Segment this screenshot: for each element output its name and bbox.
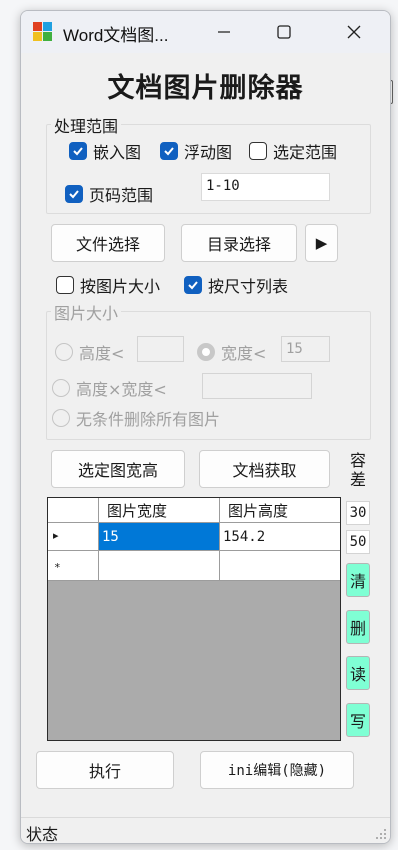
radio-checked-icon	[197, 343, 215, 361]
page-range-label: 页码范围	[89, 186, 154, 205]
by-size-checkbox[interactable]: 按图片大小	[56, 273, 160, 297]
width-tolerance-input[interactable]: 30	[346, 501, 370, 525]
write-button[interactable]: 写	[346, 703, 370, 737]
checkbox-checked-icon	[69, 142, 87, 160]
title-bar: Word文档图...	[21, 11, 390, 53]
minimize-button[interactable]	[201, 17, 247, 47]
read-button[interactable]: 读	[346, 656, 370, 690]
grid-column-header[interactable]: 图片宽度	[99, 498, 220, 523]
area-input[interactable]	[202, 373, 312, 399]
grid-cell-height[interactable]	[220, 551, 340, 581]
tolerance-label: 容 差	[349, 451, 366, 489]
grid-cell-width[interactable]: 15	[99, 523, 220, 551]
grid-cell-height[interactable]: 154.2	[220, 523, 340, 551]
radio-unchecked-icon	[55, 343, 73, 361]
grid-column-header[interactable]: 图片高度	[220, 498, 340, 523]
ini-edit-button[interactable]: ini编辑(隐藏)	[200, 751, 354, 789]
checkbox-unchecked-icon	[56, 276, 74, 294]
checkbox-checked-icon	[65, 185, 83, 203]
clear-button[interactable]: 清	[346, 563, 370, 597]
by-size-label: 按图片大小	[80, 277, 161, 296]
main-title: 文档图片删除器	[107, 73, 304, 104]
word-app-icon	[33, 22, 53, 42]
grid-header-row: 图片宽度 图片高度	[48, 498, 340, 523]
size-group-legend: 图片大小	[51, 300, 122, 324]
width-label: 宽度<	[221, 344, 267, 363]
area-radio[interactable]: 高度×宽度<	[52, 376, 167, 400]
execute-button[interactable]: 执行	[36, 751, 174, 789]
delete-all-label: 无条件删除所有图片	[76, 410, 221, 429]
resize-grip-icon[interactable]	[375, 828, 387, 840]
checkbox-checked-icon	[160, 142, 178, 160]
checkbox-checked-icon	[184, 276, 202, 294]
delete-all-radio[interactable]: 无条件删除所有图片	[52, 406, 220, 430]
selection-checkbox[interactable]: 选定范围	[249, 139, 337, 163]
embedded-label: 嵌入图	[93, 143, 142, 162]
run-arrow-button[interactable]: ▶	[305, 224, 338, 262]
page-range-input[interactable]: 1-10	[201, 173, 330, 201]
window-title: Word文档图...	[63, 26, 169, 45]
maximize-icon	[277, 25, 291, 39]
delete-button[interactable]: 删	[346, 610, 370, 644]
floating-label: 浮动图	[184, 143, 233, 162]
width-radio[interactable]: 宽度<	[197, 340, 266, 364]
by-list-checkbox[interactable]: 按尺寸列表	[184, 273, 288, 297]
selection-label: 选定范围	[273, 143, 338, 162]
minimize-icon	[218, 31, 230, 33]
close-icon	[347, 25, 361, 39]
height-input[interactable]	[137, 336, 184, 362]
by-list-label: 按尺寸列表	[208, 277, 289, 296]
size-group: 图片大小 高度< 宽度< 15 高度×宽度< 无条件删除所有图片	[46, 300, 371, 440]
status-bar: 状态	[21, 817, 390, 843]
doc-fetch-button[interactable]: 文档获取	[199, 450, 330, 488]
close-button[interactable]	[331, 17, 377, 47]
status-text: 状态	[26, 825, 59, 844]
current-row-marker-icon: ▸	[48, 523, 99, 551]
page-range-checkbox[interactable]: 页码范围	[65, 182, 153, 206]
scope-group-legend: 处理范围	[51, 113, 122, 137]
width-input[interactable]: 15	[281, 336, 330, 362]
height-tolerance-input[interactable]: 50	[346, 530, 370, 554]
dir-select-button[interactable]: 目录选择	[181, 224, 297, 262]
checkbox-unchecked-icon	[249, 142, 267, 160]
area-label: 高度×宽度<	[76, 380, 167, 399]
floating-checkbox[interactable]: 浮动图	[160, 139, 232, 163]
grid-corner-cell	[48, 498, 99, 523]
grid-cell-width[interactable]	[99, 551, 220, 581]
file-select-button[interactable]: 文件选择	[51, 224, 165, 262]
table-row[interactable]: ▸ 15 154.2	[48, 523, 340, 551]
new-row-marker-icon: *	[48, 551, 99, 581]
maximize-button[interactable]	[261, 17, 307, 47]
grid-new-row[interactable]: *	[48, 551, 340, 581]
radio-unchecked-icon	[52, 409, 70, 427]
radio-unchecked-icon	[52, 379, 70, 397]
select-wh-button[interactable]: 选定图宽高	[51, 450, 185, 488]
size-list-grid[interactable]: 图片宽度 图片高度 ▸ 15 154.2 *	[47, 497, 341, 741]
app-window: Word文档图... 文档图片删除器 处理范围 嵌入图 浮动图 选定范围 页码范…	[20, 10, 391, 844]
embedded-checkbox[interactable]: 嵌入图	[69, 139, 141, 163]
height-label: 高度<	[79, 344, 125, 363]
height-radio[interactable]: 高度<	[55, 340, 124, 364]
scope-group: 处理范围 嵌入图 浮动图 选定范围 页码范围 1-10	[46, 113, 371, 214]
